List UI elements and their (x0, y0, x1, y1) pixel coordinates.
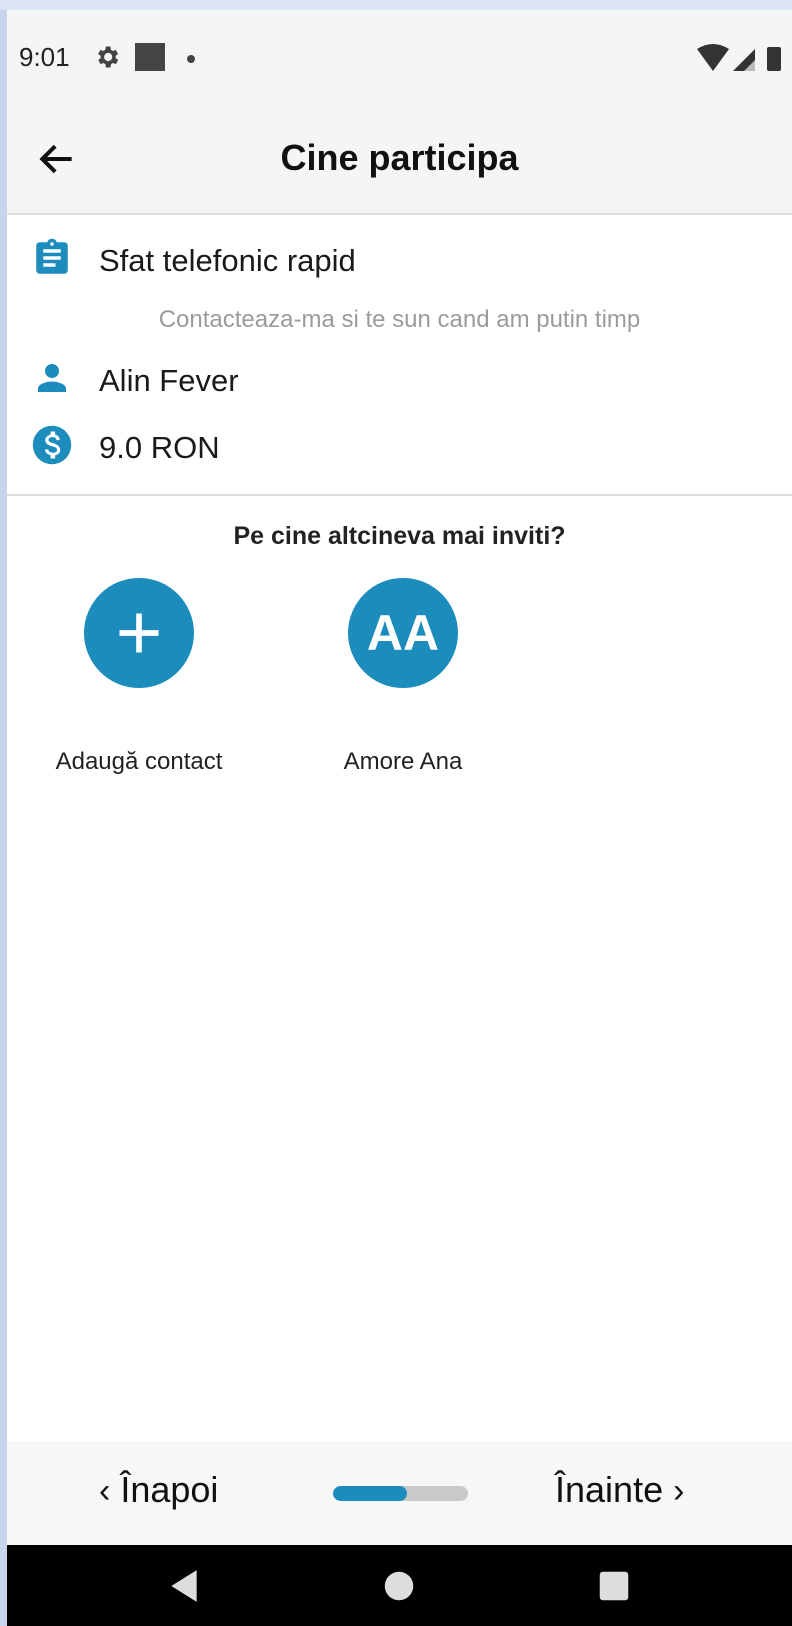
dot-icon (187, 55, 195, 63)
clipboard-icon (36, 238, 68, 274)
person-icon (38, 364, 66, 392)
chevron-left-icon: ‹ (99, 1472, 111, 1510)
next-button[interactable]: Înainte › (555, 1469, 684, 1511)
phone-screen: 9:01 Cine participa Sfat telefonic rapid… (7, 10, 792, 1626)
price-row: 9.0 RON (7, 422, 792, 472)
next-label: Înainte (555, 1469, 664, 1510)
contact-name: Amore Ana (343, 748, 463, 775)
progress-bar (333, 1486, 468, 1501)
battery-icon (767, 47, 781, 71)
add-contact-avatar[interactable] (84, 578, 194, 688)
connectivity-icons (697, 44, 781, 71)
previous-button[interactable]: ‹ Înapoi (99, 1469, 218, 1511)
chevron-right-icon: › (673, 1472, 685, 1510)
status-time: 9:01 (19, 42, 70, 72)
add-contact-label: Adaugă contact (55, 748, 223, 775)
provider-row: Alin Fever (7, 355, 792, 405)
system-home-icon[interactable] (380, 1567, 418, 1605)
wifi-icon (697, 44, 729, 71)
invite-title: Pe cine altcineva mai inviti? (233, 522, 566, 550)
contact-item[interactable]: AA Amore Ana (303, 578, 503, 776)
status-bar: 9:01 (7, 10, 792, 105)
app-bar: Cine participa (7, 105, 792, 215)
section-divider (7, 494, 792, 496)
plus-icon (119, 613, 159, 653)
service-description: Contacteaza-ma si te sun cand am putin t… (158, 306, 641, 333)
service-row: Sfat telefonic rapid (7, 235, 792, 285)
system-recents-icon[interactable] (595, 1567, 633, 1605)
page-title: Cine participa (280, 137, 519, 178)
dollar-icon (32, 425, 72, 465)
previous-label: Înapoi (120, 1469, 219, 1510)
contact-avatar[interactable]: AA (348, 578, 458, 688)
bottom-nav: ‹ Înapoi Înainte › (7, 1441, 792, 1545)
system-back-icon[interactable] (165, 1567, 203, 1605)
progress-fill (333, 1486, 408, 1501)
square-icon (135, 43, 165, 71)
window-frame (0, 0, 792, 10)
price-value: 9.0 RON (99, 430, 220, 465)
system-nav-bar (7, 1545, 792, 1626)
gear-icon (98, 46, 119, 68)
service-name: Sfat telefonic rapid (99, 243, 356, 278)
add-contact-button[interactable]: Adaugă contact (39, 578, 239, 776)
provider-name: Alin Fever (99, 363, 239, 398)
